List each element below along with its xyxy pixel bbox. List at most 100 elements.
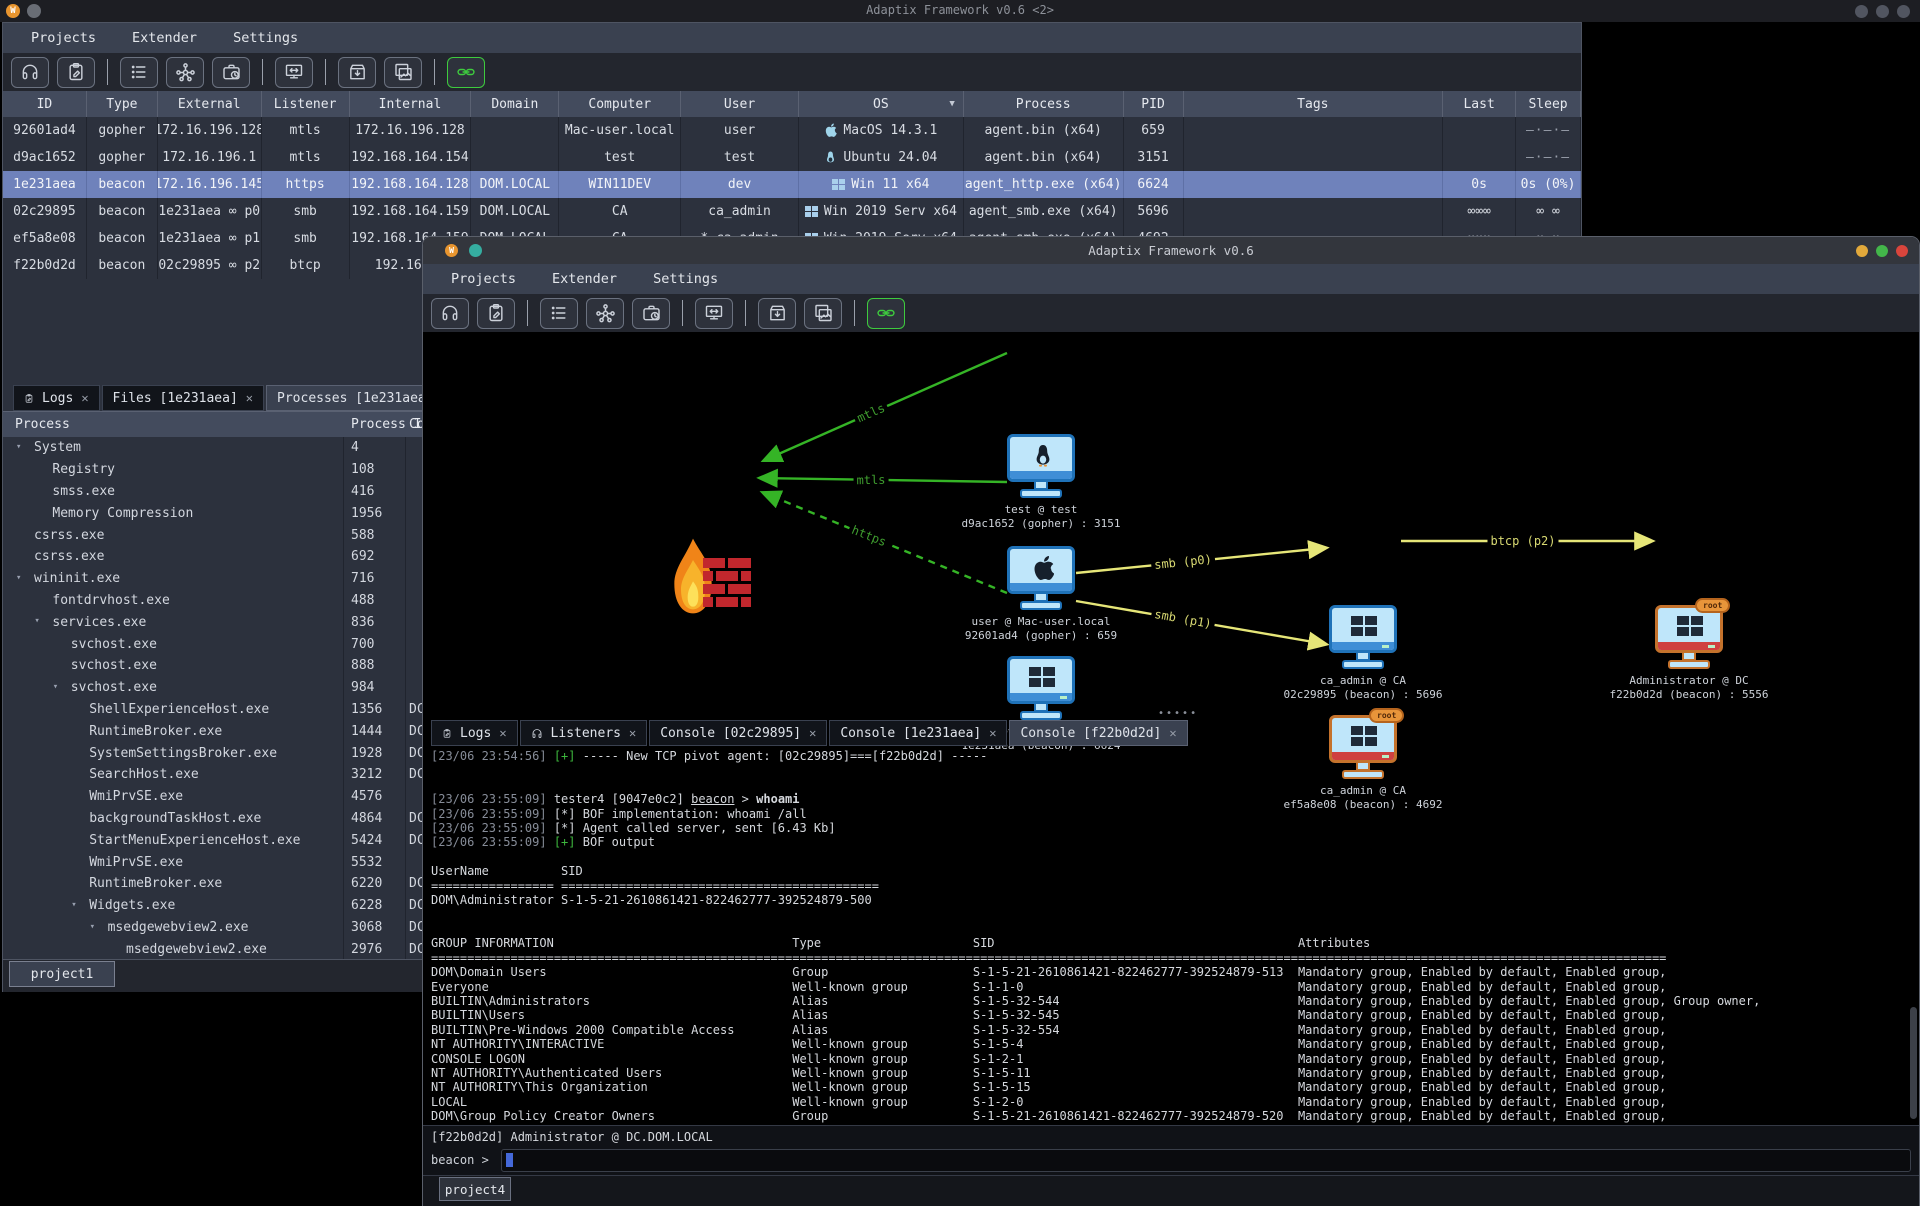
list-button[interactable] bbox=[120, 57, 158, 88]
bg-tab-logs[interactable]: Logs✕ bbox=[13, 385, 100, 411]
console-blank-line bbox=[431, 907, 1909, 921]
monitor-icon bbox=[1007, 434, 1075, 482]
window-button-2[interactable] bbox=[1876, 5, 1889, 18]
console-tab-console-1e231aea-[interactable]: Console [1e231aea]✕ bbox=[829, 720, 1007, 746]
close-icon[interactable]: ✕ bbox=[499, 726, 506, 740]
menu-item-extender[interactable]: Extender bbox=[132, 30, 197, 46]
window-button-3[interactable] bbox=[1897, 5, 1910, 18]
menu-item-extender[interactable]: Extender bbox=[552, 271, 617, 287]
splitter-handle[interactable]: ••••• bbox=[1158, 708, 1198, 719]
column-header-internal[interactable]: Internal bbox=[350, 91, 472, 117]
close-icon[interactable]: ✕ bbox=[809, 726, 816, 740]
close-icon[interactable]: ✕ bbox=[246, 391, 253, 405]
menu-item-settings[interactable]: Settings bbox=[653, 271, 718, 287]
column-header-os[interactable]: OS▼ bbox=[799, 91, 964, 117]
briefcase-clock-button[interactable] bbox=[212, 57, 250, 88]
briefcase-clock-button[interactable] bbox=[632, 298, 670, 329]
maximize-button[interactable] bbox=[1876, 245, 1888, 257]
headphones-button[interactable] bbox=[431, 298, 469, 329]
agent-row-d9ac1652[interactable]: d9ac1652gopher172.16.196.1mtls192.168.16… bbox=[3, 144, 1581, 171]
expander-icon[interactable]: ▾ bbox=[34, 616, 39, 626]
close-icon[interactable]: ✕ bbox=[81, 391, 88, 405]
prompt-label: beacon > bbox=[431, 1153, 489, 1167]
console-command-line: [23/06 23:55:09] tester4 [9047e0c2] beac… bbox=[431, 792, 1909, 806]
sleep-waveform: —·—·— bbox=[1526, 123, 1570, 138]
whoami-group-row: DOM\Group Policy Creator Owners Group S-… bbox=[431, 1109, 1909, 1123]
window-button-1[interactable] bbox=[1855, 5, 1868, 18]
minimize-button[interactable] bbox=[1856, 245, 1868, 257]
monitor-share-button[interactable] bbox=[695, 298, 733, 329]
process-id: 488 bbox=[351, 593, 374, 608]
console-tab-console-f22b0d2d-[interactable]: Console [f22b0d2d]✕ bbox=[1009, 720, 1187, 746]
console-tab-logs[interactable]: Logs✕ bbox=[431, 720, 518, 746]
session-graph[interactable]: test @ testd9ac1652 (gopher) : 3151user … bbox=[423, 332, 1919, 713]
column-header-tags[interactable]: Tags bbox=[1184, 91, 1444, 117]
menu-item-settings[interactable]: Settings bbox=[233, 30, 298, 46]
whoami-group-separator: ========================================… bbox=[431, 951, 1909, 965]
expander-icon[interactable]: ▾ bbox=[71, 900, 76, 910]
menu-item-projects[interactable]: Projects bbox=[31, 30, 96, 46]
menu-item-projects[interactable]: Projects bbox=[451, 271, 516, 287]
link-button[interactable] bbox=[447, 57, 485, 88]
close-icon[interactable]: ✕ bbox=[989, 726, 996, 740]
tab-label: Console [02c29895] bbox=[660, 726, 801, 741]
screenshots-button[interactable] bbox=[384, 57, 422, 88]
monitor-share-icon bbox=[283, 62, 305, 82]
console-tab-console-02c29895-[interactable]: Console [02c29895] ✕ bbox=[649, 720, 827, 746]
column-header-computer[interactable]: Computer bbox=[559, 91, 681, 117]
cell bbox=[1184, 144, 1444, 171]
menu-bar: Projects Extender Settings bbox=[423, 264, 1919, 294]
console-scrollbar[interactable] bbox=[1910, 1007, 1917, 1119]
project-tab[interactable]: project4 bbox=[439, 1177, 511, 1201]
link-button[interactable] bbox=[867, 298, 905, 329]
expander-icon[interactable]: ▾ bbox=[90, 922, 95, 932]
headphones-button[interactable] bbox=[11, 57, 49, 88]
tab-label: Files [1e231aea] bbox=[113, 391, 238, 406]
clipboard-button[interactable] bbox=[57, 57, 95, 88]
screenshots-icon bbox=[393, 62, 414, 82]
column-header-pid[interactable]: PID bbox=[1124, 91, 1184, 117]
whoami-group-row: BUILTIN\Pre-Windows 2000 Compatible Acce… bbox=[431, 1023, 1909, 1037]
close-button[interactable] bbox=[1896, 245, 1908, 257]
column-header-external[interactable]: External bbox=[158, 91, 262, 117]
expander-icon[interactable]: ▾ bbox=[16, 442, 21, 452]
column-header-user[interactable]: User bbox=[681, 91, 799, 117]
cell bbox=[1443, 144, 1516, 171]
nodes-button[interactable] bbox=[166, 57, 204, 88]
column-header-process[interactable]: Process bbox=[964, 91, 1124, 117]
list-button[interactable] bbox=[540, 298, 578, 329]
box-download-button[interactable] bbox=[338, 57, 376, 88]
screenshots-button[interactable] bbox=[804, 298, 842, 329]
linux-os-icon bbox=[824, 150, 837, 165]
column-header-id[interactable]: ID bbox=[3, 91, 87, 117]
column-header-domain[interactable]: Domain bbox=[471, 91, 559, 117]
agent-row-92601ad4[interactable]: 92601ad4gopher172.16.196.128mtls172.16.1… bbox=[3, 117, 1581, 144]
box-download-button[interactable] bbox=[758, 298, 796, 329]
command-input[interactable] bbox=[501, 1149, 1911, 1172]
column-header-sleep[interactable]: Sleep bbox=[1516, 91, 1581, 117]
column-header-type[interactable]: Type bbox=[87, 91, 158, 117]
monitor-share-button[interactable] bbox=[275, 57, 313, 88]
column-header-last[interactable]: Last bbox=[1443, 91, 1516, 117]
toolbar-separator bbox=[434, 59, 435, 85]
clipboard-button[interactable] bbox=[477, 298, 515, 329]
process-id: 1356 bbox=[351, 702, 382, 717]
column-header-listener[interactable]: Listener bbox=[262, 91, 350, 117]
bg-tab-files-1e231aea-[interactable]: Files [1e231aea] ✕ bbox=[102, 385, 264, 411]
expander-icon[interactable]: ▾ bbox=[16, 573, 21, 583]
close-icon[interactable]: ✕ bbox=[1169, 726, 1176, 740]
column-header-process[interactable]: Process bbox=[15, 417, 70, 432]
nodes-button[interactable] bbox=[586, 298, 624, 329]
os-filter-caret-icon[interactable]: ▼ bbox=[949, 99, 954, 109]
agent-row-02c29895[interactable]: 02c29895beacon1e231aea ∞ p0smb192.168.16… bbox=[3, 198, 1581, 225]
console-tab-listeners[interactable]: Listeners✕ bbox=[520, 720, 648, 746]
console-log-line: [23/06 23:54:56] [+] ----- New TCP pivot… bbox=[431, 749, 1909, 763]
agent-status-bar: [f22b0d2d] Administrator @ DC.DOM.LOCAL bbox=[423, 1125, 1919, 1148]
close-icon[interactable]: ✕ bbox=[629, 726, 636, 740]
agent-row-1e231aea[interactable]: 1e231aeabeacon172.16.196.145https192.168… bbox=[3, 171, 1581, 198]
project-tab[interactable]: project1 bbox=[9, 961, 115, 987]
cell: ∞ ∞ bbox=[1516, 198, 1581, 225]
process-id: 588 bbox=[351, 528, 374, 543]
expander-icon[interactable]: ▾ bbox=[53, 682, 58, 692]
process-name: wininit.exe bbox=[34, 571, 120, 586]
